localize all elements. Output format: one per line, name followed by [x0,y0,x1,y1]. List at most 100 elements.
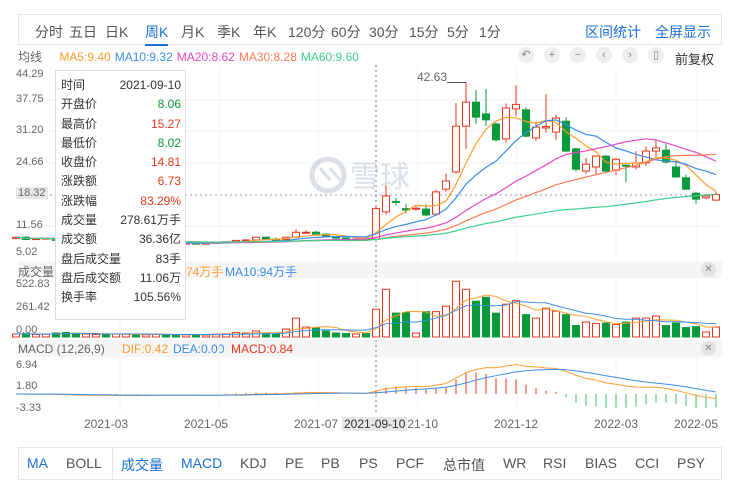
candle [562,117,570,153]
indicator-tab-PS[interactable]: PS [359,455,378,471]
volume-bar [482,296,490,338]
tooltip-value: 6.73 [157,174,181,189]
volume-axis-label: 0.00 [16,324,38,336]
xueqiu-watermark-logo: 雪球 [309,156,410,195]
tooltip-row: 开盘价 8.06 [61,95,181,114]
candle [692,191,700,204]
volume-bar [382,288,390,338]
tooltip-key: 最高价 [61,116,98,131]
volume-bar [332,332,340,338]
price-axis-label: 24.66 [16,156,44,168]
price-axis-label: 31.20 [16,124,44,136]
indicator-tab-PCF[interactable]: PCF [396,455,424,471]
indicator-tab-PE[interactable]: PE [285,455,304,471]
candle [512,85,520,117]
candle [712,191,720,201]
tooltip-key: 盘后成交额 [61,270,122,285]
indicator-tab-MACD[interactable]: MACD [181,455,222,471]
indicator-tab-成交量[interactable]: 成交量 [121,455,163,475]
watermark-text: 雪球 [350,160,410,195]
tooltip-key: 换手率 [61,290,98,305]
volume-bar [612,324,620,338]
tooltip-key: 涨跌幅 [61,193,98,208]
volume-bar [682,327,690,338]
tooltip-value: 36.36亿 [138,232,181,247]
crosshair-date-label: 2021-09-10 [342,417,408,431]
indicator-tab-RSI[interactable]: RSI [543,455,566,471]
volume-bar [362,333,370,338]
tooltip-row: 最低价 8.02 [61,134,181,153]
tooltip-key: 开盘价 [61,97,98,112]
tooltip-key: 时间 [61,78,86,92]
price-axis-label: 5.02 [16,246,38,258]
tooltip-value: 105.56% [133,290,181,305]
x-axis-label: 2021-05 [184,417,229,431]
tooltip-row: 成交量 278.61万手 [61,211,181,230]
candle [482,89,490,127]
candle [602,155,610,174]
divider [112,448,113,479]
x-axis-label: 2021-07 [294,417,339,431]
volume-bar [572,325,580,338]
tooltip-value: 8.02 [157,135,181,150]
indicator-tab-KDJ[interactable]: KDJ [240,455,266,471]
candle [502,103,510,143]
max-price-label: 42.63 [417,70,448,84]
candle [672,161,680,178]
tooltip-key: 成交量 [61,213,98,228]
tooltip-key: 盘后成交量 [61,251,122,266]
volume-bar [182,334,190,338]
macd-axis-label: -3.33 [16,402,42,414]
volume-axis-label: 522.83 [16,278,50,290]
indicator-tab-BIAS[interactable]: BIAS [585,455,617,471]
indicator-tab-PB[interactable]: PB [321,455,340,471]
tooltip-value: 11.06万 [139,270,181,285]
volume-bar [552,310,560,338]
volume-bar [272,333,280,338]
volume-bar [422,311,430,338]
volume-bar [142,334,150,338]
volume-axis-label: 261.42 [16,301,50,313]
x-axis-label: 2021-03 [84,417,129,431]
volume-bar [712,326,720,338]
volume-bar [342,333,350,338]
candle [392,197,400,206]
indicator-tab-BOLL[interactable]: BOLL [66,455,102,471]
volume-bar [462,288,470,338]
volume-bar [322,330,330,338]
tooltip-row: 涨跌幅 83.29% [61,192,181,211]
tooltip-value: 2021-09-10 [119,78,181,92]
tooltip-value: 8.06 [157,97,181,112]
tooltip-row: 盘后成交量 83手 [61,250,181,269]
indicator-tab-PSY[interactable]: PSY [677,455,705,471]
volume-bar [672,322,680,338]
price-axis-label: 18.32 [16,187,48,199]
volume-bar [202,334,210,338]
tooltip-value: 14.81 [150,155,181,170]
tooltip-row: 涨跌额 6.73 [61,172,181,191]
candle [442,173,450,192]
volume-bar [102,334,110,338]
indicator-tab-总市值[interactable]: 总市值 [443,455,485,475]
crosshair-tooltip: 时间 2021-09-10 开盘价 8.06 最高价 15.27 最低价 8.02 收盘价 14.… [55,70,186,320]
indicator-tab-WR[interactable]: WR [503,455,526,471]
candle [492,122,500,142]
volume-bar [522,314,530,338]
price-axis-label: 11.56 [16,219,43,231]
volume-bar [532,317,540,338]
volume-bar [82,333,90,338]
volume-bar [692,326,700,338]
tooltip-row: 成交额 36.36亿 [61,230,181,249]
tooltip-key: 涨跌额 [61,174,98,189]
tooltip-row: 最高价 15.27 [61,115,181,134]
indicator-tab-CCI[interactable]: CCI [635,455,659,471]
tooltip-key: 成交额 [61,232,98,247]
candle [652,140,660,158]
indicator-tab-MA[interactable]: MA [27,455,48,471]
volume-bar [472,300,480,338]
x-axis-label: 2021-12 [494,417,539,431]
candle [552,114,560,140]
volume-bar [412,332,420,338]
candle [612,157,620,176]
volume-bar [542,307,550,338]
